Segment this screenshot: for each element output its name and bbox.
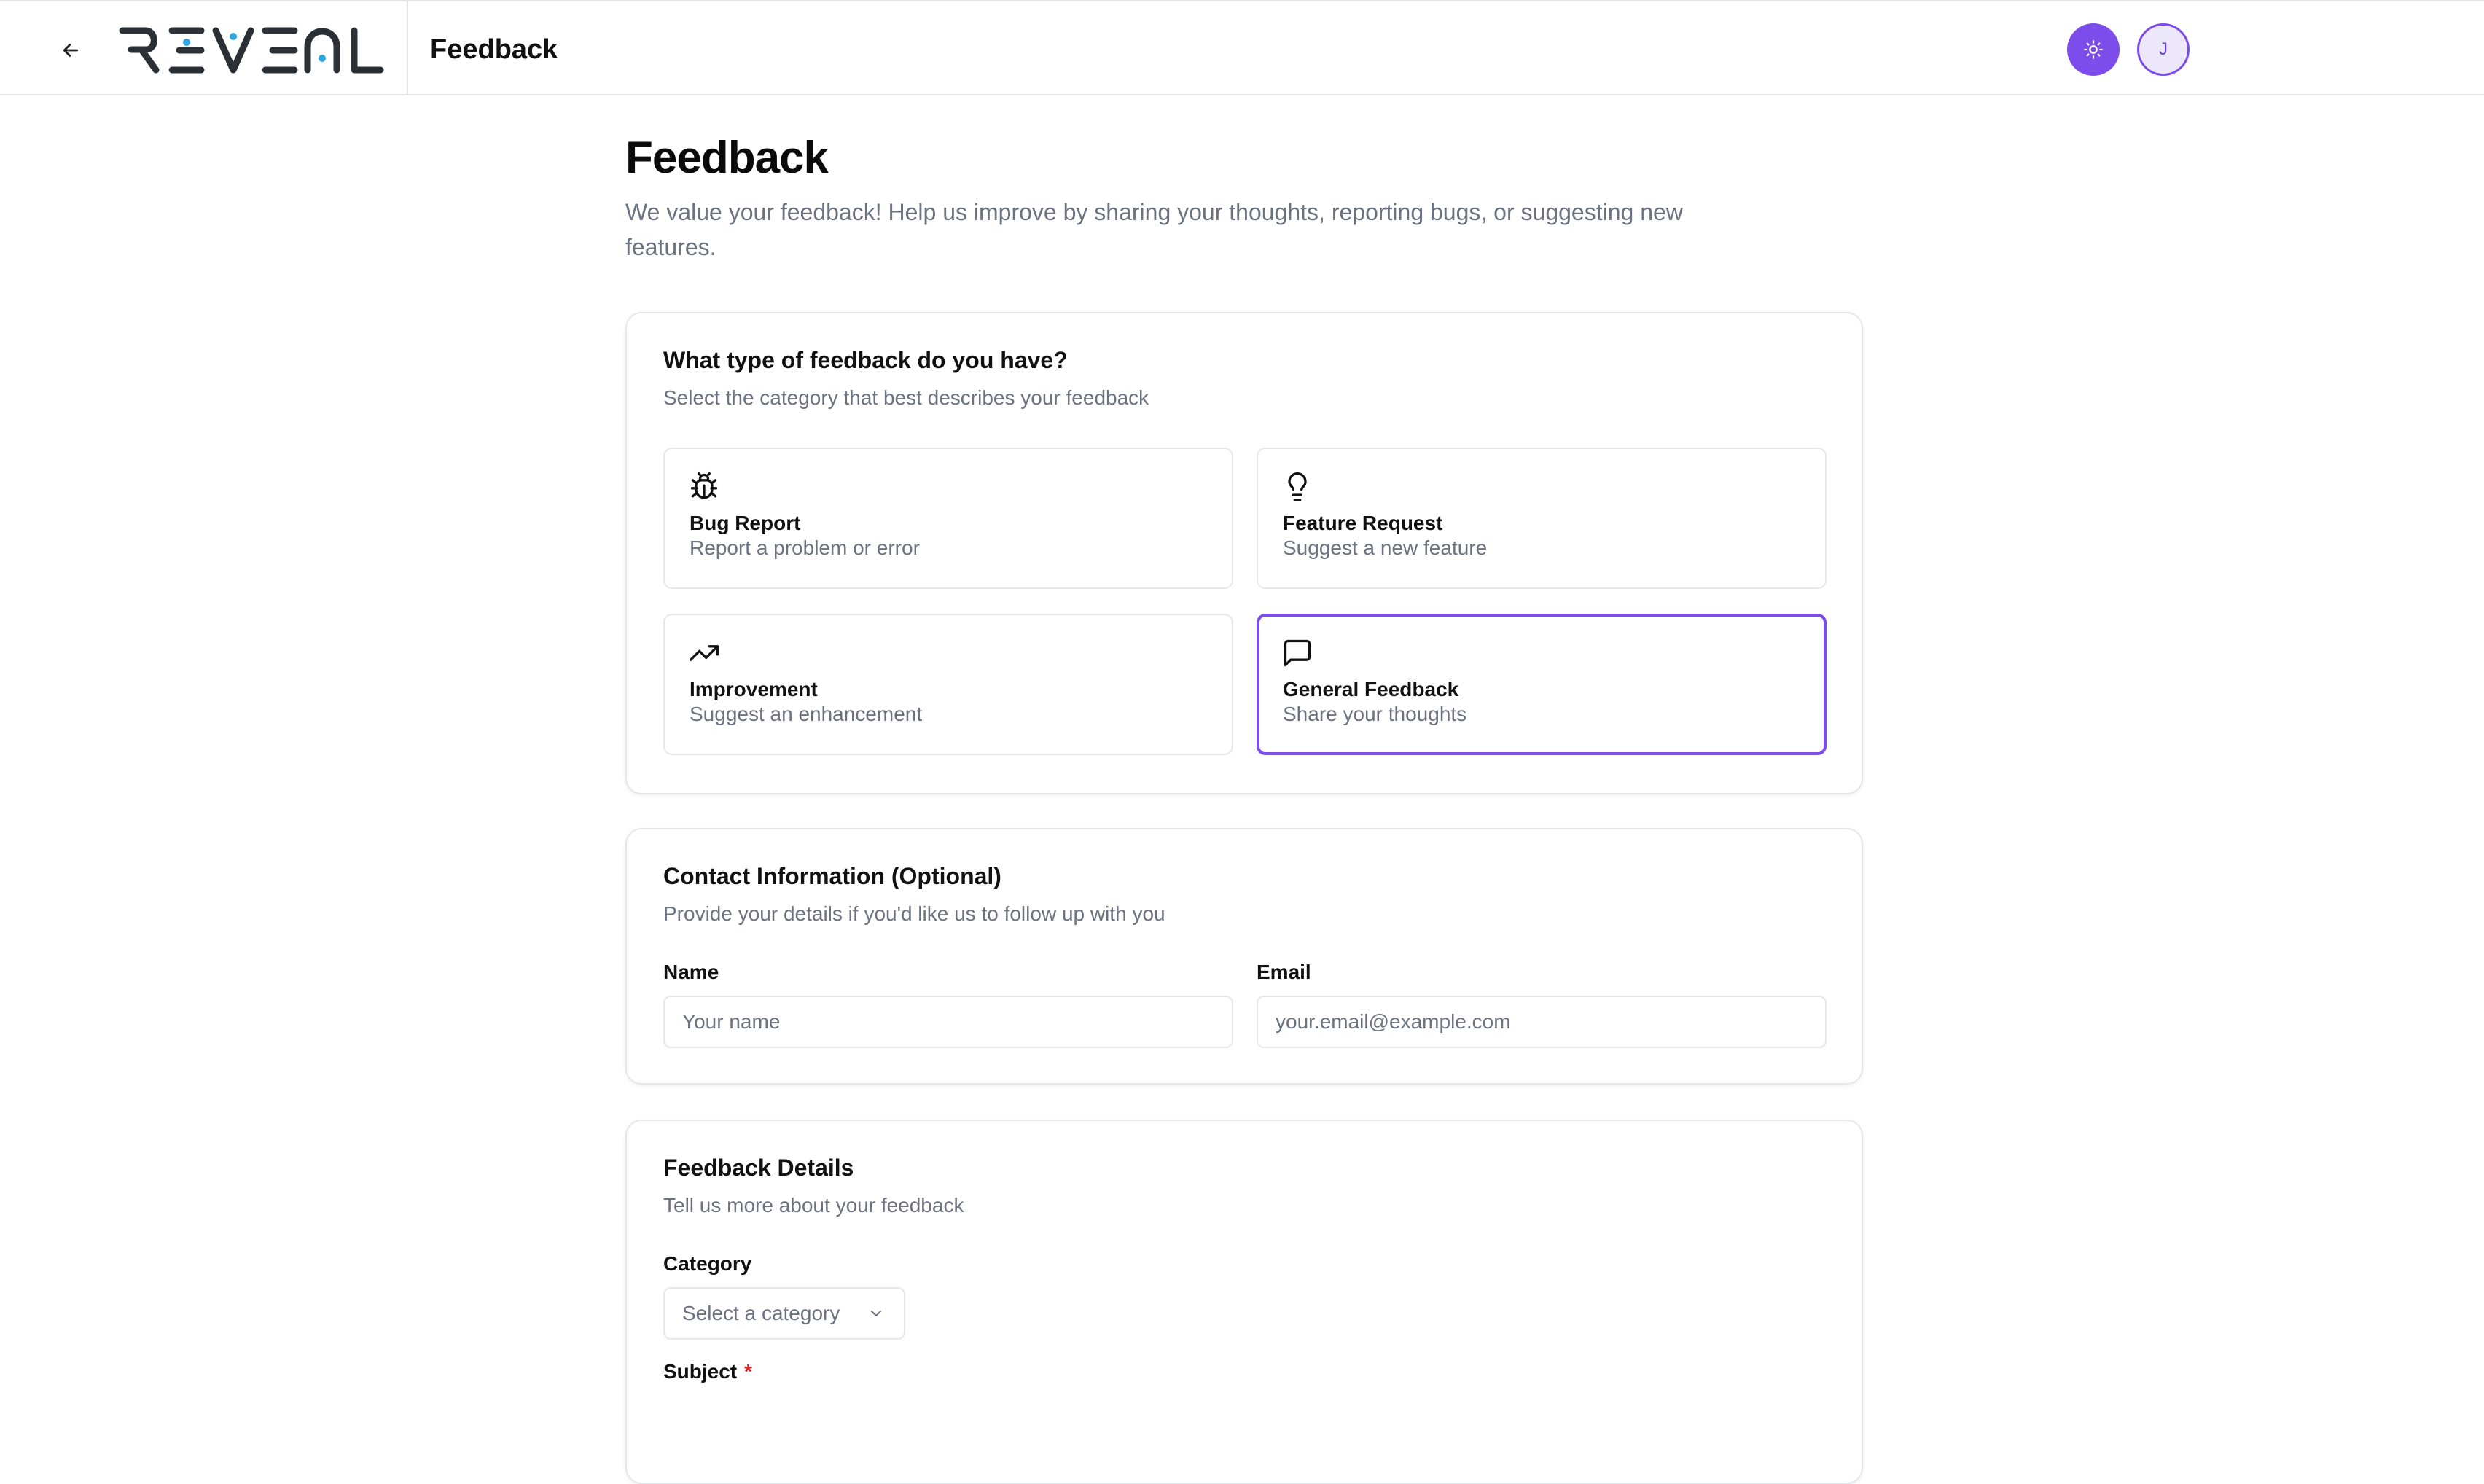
page-title: Feedback — [625, 133, 829, 183]
lightbulb-icon — [1288, 472, 1307, 501]
page-subtitle: We value your feedback! Help us improve … — [625, 199, 1683, 260]
bug-icon — [690, 472, 718, 499]
subject-label: Subject * — [663, 1360, 752, 1383]
sun-icon — [2084, 40, 2103, 59]
option-title: Bug Report — [690, 512, 801, 534]
contact-card: Contact Information (Optional) Provide y… — [625, 828, 1863, 1085]
option-title: Feature Request — [1283, 512, 1443, 534]
feedback-type-card: What type of feedback do you have? Selec… — [625, 312, 1863, 794]
name-input[interactable] — [663, 996, 1233, 1048]
feedback-details-card: Feedback Details Tell us more about your… — [625, 1120, 1863, 1484]
option-description: Suggest a new feature — [1283, 536, 1488, 559]
details-title: Feedback Details — [663, 1155, 854, 1181]
option-title: General Feedback — [1283, 678, 1459, 700]
avatar-initial: J — [2159, 39, 2168, 59]
header-divider — [407, 1, 408, 95]
feedback-type-title: What type of feedback do you have? — [663, 347, 1068, 373]
back-button[interactable] — [52, 32, 89, 69]
required-marker: * — [744, 1360, 753, 1383]
email-label: Email — [1257, 961, 1311, 983]
contact-description: Provide your details if you'd like us to… — [663, 902, 1165, 925]
contact-title: Contact Information (Optional) — [663, 863, 1001, 889]
arrow-left-icon — [63, 44, 79, 57]
option-description: Share your thoughts — [1283, 703, 1467, 725]
category-select[interactable]: Select a category — [663, 1287, 905, 1340]
feedback-type-description: Select the category that best describes … — [663, 386, 1149, 409]
option-general-feedback[interactable]: General Feedback Share your thoughts — [1257, 614, 1827, 755]
subject-label-text: Subject — [663, 1360, 738, 1383]
header-title: Feedback — [430, 34, 558, 65]
option-title: Improvement — [690, 678, 818, 700]
top-bar: Feedback J — [0, 0, 2484, 95]
trending-up-icon — [690, 645, 719, 661]
option-feature-request[interactable]: Feature Request Suggest a new feature — [1257, 448, 1827, 589]
option-improvement[interactable]: Improvement Suggest an enhancement — [663, 614, 1233, 755]
message-square-icon — [1284, 639, 1311, 667]
user-avatar[interactable]: J — [2137, 23, 2190, 76]
theme-toggle-button[interactable] — [2067, 23, 2120, 76]
category-label: Category — [663, 1252, 752, 1275]
name-label: Name — [663, 961, 719, 983]
option-description: Suggest an enhancement — [690, 703, 923, 725]
reveal-logo[interactable] — [117, 20, 386, 79]
details-description: Tell us more about your feedback — [663, 1194, 964, 1217]
option-bug-report[interactable]: Bug Report Report a problem or error — [663, 448, 1233, 589]
email-input[interactable] — [1257, 996, 1827, 1048]
category-select-value: Select a category — [682, 1302, 840, 1324]
chevron-down-icon — [871, 1311, 881, 1316]
option-description: Report a problem or error — [690, 536, 920, 559]
